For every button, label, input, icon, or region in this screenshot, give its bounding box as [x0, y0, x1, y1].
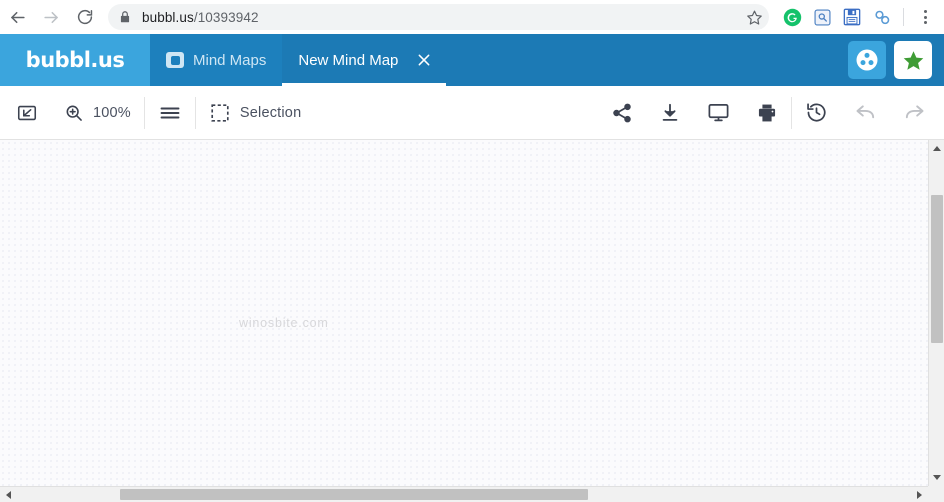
tab-new-mind-map[interactable]: New Mind Map	[282, 34, 447, 86]
link-extension-icon[interactable]	[867, 2, 897, 32]
reload-button[interactable]	[68, 0, 102, 34]
zoom-control[interactable]: 100%	[51, 86, 144, 140]
three-dot-menu-icon	[923, 10, 927, 13]
favorite-button[interactable]	[894, 41, 932, 79]
back-arrow-icon	[10, 11, 25, 23]
scroll-up-button[interactable]	[929, 140, 944, 157]
printer-icon	[758, 104, 776, 121]
bubbl-logo-button[interactable]	[848, 41, 886, 79]
fit-to-screen-icon	[17, 105, 37, 120]
share-button[interactable]	[598, 86, 646, 140]
star-icon	[903, 50, 923, 70]
vertical-scrollbar[interactable]	[928, 140, 944, 486]
horizontal-scrollbar[interactable]	[0, 486, 944, 502]
horizontal-scroll-thumb[interactable]	[120, 489, 588, 500]
tab-mind-maps-label: Mind Maps	[193, 51, 267, 69]
watermark: winosbite.com	[239, 316, 329, 330]
magnifier-box-icon	[813, 8, 831, 26]
url-path: /10393942	[193, 9, 259, 25]
vertical-scroll-thumb[interactable]	[931, 195, 943, 343]
share-icon	[613, 103, 631, 122]
tab-mind-maps[interactable]: Mind Maps	[150, 34, 283, 86]
address-bar[interactable]: bubbl.us/10393942	[108, 4, 769, 30]
selection-label: Selection	[239, 104, 302, 121]
three-circles-icon	[856, 49, 878, 71]
url-text: bubbl.us/10393942	[142, 10, 259, 25]
scrollbar-corner	[928, 486, 944, 502]
revision-history-icon	[807, 103, 826, 122]
undo-button[interactable]	[841, 86, 890, 140]
hamburger-menu-icon	[160, 107, 180, 118]
undo-icon	[856, 105, 875, 119]
bubblus-logo[interactable]: bubbl.us	[0, 34, 150, 86]
chevron-up-icon	[932, 146, 941, 151]
lock-icon	[120, 11, 130, 23]
selection-tool-button[interactable]: Selection	[196, 86, 314, 140]
tab-close-button[interactable]	[415, 51, 433, 69]
selection-marquee-icon	[211, 103, 229, 122]
redo-icon	[905, 105, 924, 119]
download-icon	[662, 103, 678, 121]
monitor-icon	[708, 103, 729, 122]
zoom-in-icon	[66, 105, 82, 121]
scroll-right-button[interactable]	[911, 487, 928, 502]
search-extension-icon[interactable]	[807, 2, 837, 32]
fit-to-screen-button[interactable]	[0, 86, 51, 140]
mindmap-canvas[interactable]: winosbite.com Start Here ? Help	[0, 140, 928, 486]
print-button[interactable]	[743, 86, 791, 140]
forward-button[interactable]	[34, 0, 68, 34]
zoom-level-label: 100%	[93, 104, 131, 121]
redo-button[interactable]	[890, 86, 944, 140]
bookmark-button[interactable]	[743, 6, 765, 28]
extension-icons	[777, 2, 944, 32]
presentation-button[interactable]	[694, 86, 743, 140]
contact-card-icon	[166, 52, 184, 68]
header-actions	[848, 34, 944, 86]
chevron-right-icon	[917, 490, 922, 499]
tab-new-mind-map-label: New Mind Map	[298, 51, 399, 69]
chrome-menu-button[interactable]	[910, 2, 940, 32]
hamburger-menu-button[interactable]	[145, 86, 195, 140]
header-spacer	[446, 34, 848, 86]
floppy-disk-icon	[843, 8, 861, 26]
logo-text: bubbl.us	[25, 48, 125, 72]
toolbar-divider	[903, 8, 904, 26]
reload-icon	[77, 9, 93, 25]
close-icon	[418, 54, 430, 66]
chevron-left-icon	[6, 490, 11, 499]
forward-arrow-icon	[43, 11, 58, 23]
grammarly-g-icon	[783, 8, 801, 26]
app-header: bubbl.us Mind Maps New Mind Map	[0, 34, 944, 86]
star-outline-icon	[746, 10, 762, 25]
back-button[interactable]	[0, 0, 34, 34]
scroll-left-button[interactable]	[0, 487, 17, 502]
editor-toolbar: 100% Selection	[0, 86, 944, 140]
download-button[interactable]	[646, 86, 694, 140]
save-page-extension-icon[interactable]	[837, 2, 867, 32]
browser-window: bubbl.us/10393942 bubbl.us Mind Maps New…	[0, 0, 944, 502]
history-button[interactable]	[792, 86, 841, 140]
chevron-down-icon	[932, 475, 941, 480]
link-icon	[874, 10, 889, 24]
grammarly-extension-icon[interactable]	[777, 2, 807, 32]
scroll-down-button[interactable]	[929, 469, 944, 486]
url-domain: bubbl.us	[142, 9, 194, 25]
browser-toolbar: bubbl.us/10393942	[0, 0, 944, 34]
